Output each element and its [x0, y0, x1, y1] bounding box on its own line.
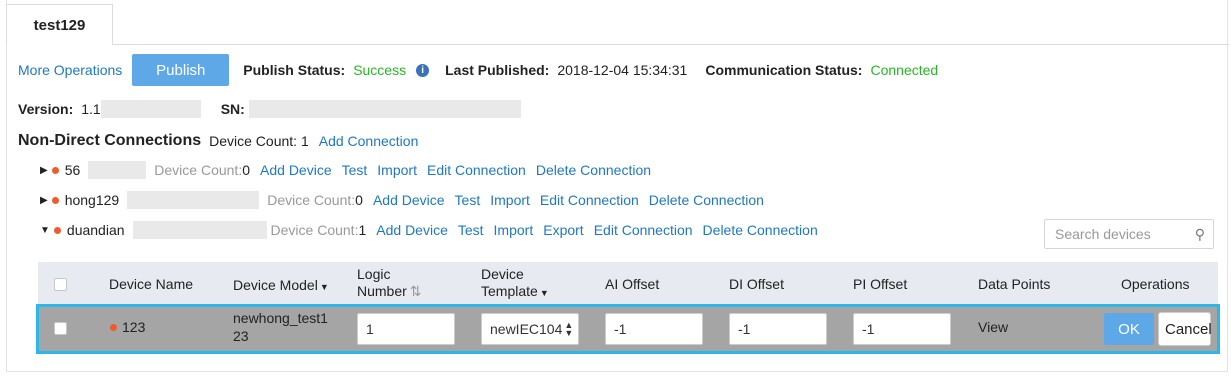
redacted-version — [100, 100, 201, 118]
device-name: 123 — [122, 319, 146, 335]
connection-row[interactable]: ▼ duandian Device Count: 1 Add Device Te… — [40, 219, 828, 241]
caret-right-icon[interactable]: ▶ — [40, 195, 48, 206]
sn-label: SN: — [220, 101, 245, 117]
col-device-model[interactable]: Device Model ▼ — [233, 277, 329, 296]
section-title: Non-Direct Connections — [18, 132, 202, 149]
tab-divider — [113, 44, 1229, 45]
col-logic-number[interactable]: Logic Number ⇅ — [357, 266, 422, 300]
device-template-value: newIEC104 — [490, 321, 563, 337]
device-model: newhong_test1 23 — [233, 309, 328, 345]
edit-connection-link[interactable]: Edit Connection — [427, 162, 526, 178]
col-logic-number-line2: Number — [357, 283, 407, 299]
device-count-value: 0 — [355, 192, 363, 208]
caret-down-icon[interactable]: ▼ — [40, 225, 50, 236]
status-dot-icon — [110, 324, 117, 331]
add-device-link[interactable]: Add Device — [376, 222, 448, 238]
publish-status-label: Publish Status: — [243, 62, 346, 78]
delete-connection-link[interactable]: Delete Connection — [703, 222, 818, 238]
sort-icon[interactable]: ⇅ — [410, 283, 422, 299]
ai-offset-input[interactable] — [605, 313, 703, 345]
search-icon[interactable]: ⚲ — [1195, 226, 1205, 243]
section-device-count: Device Count: 1 — [209, 133, 309, 149]
more-operations-link[interactable]: More Operations — [18, 62, 122, 78]
dropdown-caret-icon[interactable]: ▼ — [320, 282, 329, 292]
import-link[interactable]: Import — [494, 222, 534, 238]
device-count-label: Device Count: — [267, 192, 356, 208]
device-model-line1: newhong_test1 — [233, 310, 328, 326]
search-box: ⚲ — [1044, 219, 1214, 249]
import-link[interactable]: Import — [490, 192, 530, 208]
col-device-template[interactable]: Device Template ▼ — [481, 266, 549, 302]
connection-row[interactable]: ▶ hong129 Device Count: 0 Add Device Tes… — [40, 189, 774, 211]
last-published-value: 2018-12-04 15:34:31 — [557, 62, 688, 78]
view-link[interactable]: View — [978, 319, 1008, 335]
redacted-text — [132, 221, 267, 239]
cancel-button[interactable]: Cancel — [1158, 312, 1212, 346]
delete-connection-link[interactable]: Delete Connection — [536, 162, 651, 178]
col-device-name: Device Name — [109, 276, 194, 292]
select-all-checkbox[interactable] — [54, 278, 67, 291]
delete-connection-link[interactable]: Delete Connection — [649, 192, 764, 208]
col-device-template-line1: Device — [481, 266, 524, 282]
import-link[interactable]: Import — [377, 162, 417, 178]
device-model-line2: 23 — [233, 328, 249, 344]
publish-status-value: Success — [353, 62, 407, 78]
select-arrows-icon: ▲ ▼ — [564, 320, 574, 338]
info-icon[interactable]: i — [416, 63, 430, 77]
col-pi-offset: PI Offset — [853, 276, 908, 292]
publish-button[interactable]: Publish — [132, 54, 230, 86]
status-dot-icon — [53, 226, 61, 234]
row-checkbox[interactable] — [54, 322, 67, 335]
export-link[interactable]: Export — [543, 222, 583, 238]
table-header: Device Name Device Model ▼ Logic Number ⇅ … — [38, 262, 1218, 306]
search-input[interactable] — [1053, 225, 1195, 243]
redacted-sn — [248, 100, 521, 118]
version-label: Version: — [18, 101, 74, 117]
edit-connection-link[interactable]: Edit Connection — [594, 222, 693, 238]
version-value: 1.1 — [81, 101, 101, 117]
connection-name: duandian — [66, 222, 125, 238]
table-row[interactable]: 123 newhong_test1 23 newIEC104 ▲▼ View O… — [38, 306, 1218, 352]
col-device-model-label: Device Model — [233, 277, 318, 293]
version-row: Version: 1.1 SN: — [18, 98, 521, 120]
communication-status-value: Connected — [870, 62, 939, 78]
pi-offset-input[interactable] — [853, 313, 951, 345]
test-link[interactable]: Test — [342, 162, 368, 178]
test-link[interactable]: Test — [458, 222, 484, 238]
col-operations: Operations — [1121, 276, 1190, 292]
logic-number-input[interactable] — [357, 313, 455, 345]
ok-button[interactable]: OK — [1104, 313, 1154, 345]
add-device-link[interactable]: Add Device — [373, 192, 445, 208]
di-offset-input[interactable] — [729, 313, 827, 345]
add-connection-link[interactable]: Add Connection — [319, 133, 419, 149]
device-count-label: Device Count: — [154, 162, 243, 178]
test-link[interactable]: Test — [455, 192, 481, 208]
col-di-offset: DI Offset — [729, 276, 784, 292]
redacted-text — [88, 161, 147, 179]
col-data-points: Data Points — [978, 276, 1051, 292]
redacted-text — [127, 191, 260, 209]
col-logic-number-line1: Logic — [357, 266, 391, 282]
connection-name: hong129 — [64, 192, 120, 208]
last-published-label: Last Published: — [445, 62, 550, 78]
device-count-value: 0 — [242, 162, 251, 178]
device-template-select[interactable]: newIEC104 ▲ ▼ — [481, 313, 579, 345]
caret-right-icon[interactable]: ▶ — [40, 165, 48, 176]
device-count-value: 1 — [358, 222, 367, 238]
status-dot-icon — [51, 196, 59, 204]
device-count-label: Device Count: — [270, 222, 359, 238]
status-dot-icon — [51, 166, 59, 174]
edit-connection-link[interactable]: Edit Connection — [540, 192, 639, 208]
communication-status-label: Communication Status: — [705, 62, 863, 78]
connection-name: 56 — [64, 162, 81, 178]
toolbar: More Operations Publish Publish Status: … — [18, 54, 946, 86]
col-ai-offset: AI Offset — [605, 276, 660, 292]
add-device-link[interactable]: Add Device — [260, 162, 332, 178]
col-device-template-line2: Template — [481, 283, 538, 299]
connection-row[interactable]: ▶ 56 Device Count: 0 Add Device Test Imp… — [40, 159, 661, 181]
tab-test129[interactable]: test129 — [6, 4, 113, 45]
section-header: Non-Direct Connections Device Count: 1 A… — [18, 130, 418, 152]
dropdown-caret-icon[interactable]: ▼ — [540, 288, 549, 298]
